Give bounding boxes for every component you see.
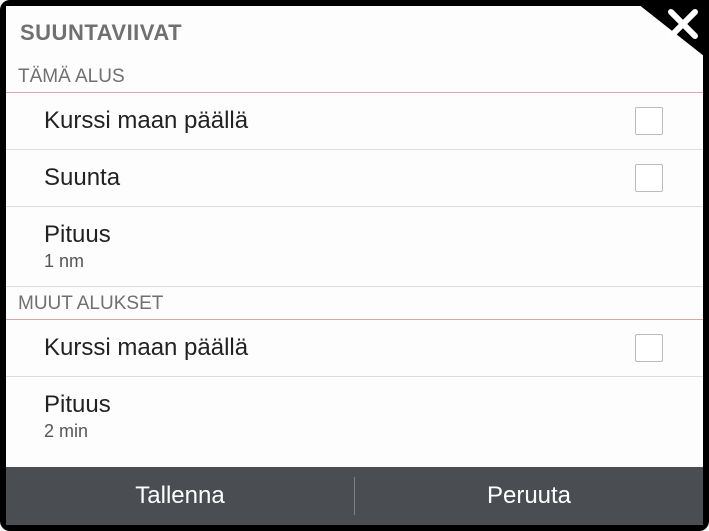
checkbox-this-heading[interactable] <box>635 164 663 192</box>
close-button[interactable] <box>613 6 703 60</box>
row-this-cog[interactable]: Kurssi maan päällä <box>6 93 703 150</box>
row-text: Kurssi maan päällä <box>44 107 248 135</box>
dialog-content: TÄMÄ ALUS Kurssi maan päällä Suunta Pitu… <box>6 60 703 467</box>
save-button[interactable]: Tallenna <box>6 467 354 525</box>
row-text: Pituus 1 nm <box>44 221 111 272</box>
row-text: Pituus 2 min <box>44 391 111 442</box>
dialog-title: SUUNTAVIIVAT <box>20 20 182 46</box>
row-label: Suunta <box>44 164 120 192</box>
row-other-length[interactable]: Pituus 2 min <box>6 377 703 456</box>
dialog-footer: Tallenna Peruuta <box>6 467 703 525</box>
row-label: Pituus <box>44 391 111 419</box>
row-label: Kurssi maan päällä <box>44 107 248 135</box>
section-header-this-vessel: TÄMÄ ALUS <box>6 60 703 93</box>
dialog-header: SUUNTAVIIVAT <box>6 6 703 60</box>
row-value: 1 nm <box>44 251 111 272</box>
checkbox-this-cog[interactable] <box>635 107 663 135</box>
checkbox-other-cog[interactable] <box>635 334 663 362</box>
row-label: Kurssi maan päällä <box>44 334 248 362</box>
row-value: 2 min <box>44 421 111 442</box>
row-other-cog[interactable]: Kurssi maan päällä <box>6 320 703 377</box>
row-this-length[interactable]: Pituus 1 nm <box>6 207 703 287</box>
section-header-other-vessels: MUUT ALUKSET <box>6 287 703 320</box>
cancel-button[interactable]: Peruuta <box>355 467 703 525</box>
row-this-heading[interactable]: Suunta <box>6 150 703 207</box>
row-text: Suunta <box>44 164 120 192</box>
row-label: Pituus <box>44 221 111 249</box>
row-text: Kurssi maan päällä <box>44 334 248 362</box>
dialog-suuntaviivat: SUUNTAVIIVAT TÄMÄ ALUS Kurssi maan pääll… <box>0 0 709 531</box>
